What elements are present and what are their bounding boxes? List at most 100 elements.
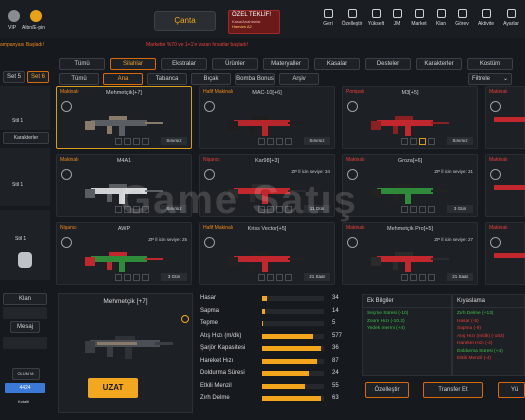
subfilter-tab-0[interactable]: Tümü xyxy=(59,73,99,85)
attachment-slot[interactable] xyxy=(428,206,435,213)
left-slot-3[interactable] xyxy=(0,210,50,280)
attachment-slot[interactable] xyxy=(115,138,122,145)
nav-market[interactable]: Market xyxy=(407,8,431,34)
characters-button[interactable]: Karakterler xyxy=(3,132,49,144)
weapon-card[interactable]: Makinalı xyxy=(485,154,525,217)
attachment-slot[interactable] xyxy=(419,274,426,281)
stats-panel: Hasar 34 Sapma 14 Tepme 5 Atış Hızı (m/dk) 577 Ş… xyxy=(200,295,345,410)
weapon-card[interactable]: Nişancı AWP ZP İl icin seviye: 25 3 Gün xyxy=(56,222,192,285)
clan-button[interactable]: Klan xyxy=(3,293,47,305)
set5-button[interactable]: Set 5 xyxy=(3,71,25,83)
info-icon[interactable] xyxy=(347,237,358,248)
filter-tab-2[interactable]: Ekstralar xyxy=(161,58,207,70)
info-icon[interactable] xyxy=(347,101,358,112)
attachment-slot[interactable] xyxy=(258,138,265,145)
nav--zelle-tir[interactable]: Özelleştir xyxy=(339,8,365,34)
attachment-slot[interactable] xyxy=(410,274,417,281)
zoom-icon[interactable] xyxy=(181,315,189,323)
attachment-slot[interactable] xyxy=(401,274,408,281)
subfilter-tab-4[interactable]: Bomba Bonus xyxy=(235,73,275,85)
attachment-slot[interactable] xyxy=(267,138,274,145)
subfilter-tab-5[interactable]: Arşiv xyxy=(279,73,319,85)
nav-aktivite[interactable]: Aktivite xyxy=(473,8,499,34)
info-icon[interactable] xyxy=(490,237,501,248)
info-icon[interactable] xyxy=(61,237,72,248)
attachment-slot[interactable] xyxy=(428,274,435,281)
attachment-slot[interactable] xyxy=(285,274,292,281)
filter-tab-3[interactable]: Ürünler xyxy=(212,58,258,70)
stat-bar-fill xyxy=(262,346,321,351)
transfer-button[interactable]: Transfer Et xyxy=(423,382,483,398)
gold-icon[interactable] xyxy=(30,10,42,22)
info-icon[interactable] xyxy=(61,101,72,112)
nav-jm[interactable]: JM xyxy=(387,8,407,34)
nav-klan[interactable]: Klan xyxy=(431,8,451,34)
weapon-card[interactable]: Hafif Makinalı Kriss Vector[+5] 21 Saat xyxy=(199,222,335,285)
stat-label: Tepme xyxy=(200,320,219,326)
weapon-card[interactable]: Makinalı xyxy=(485,222,525,285)
stat-label: Hasar xyxy=(200,295,217,301)
unlock-level: ZP İl icin seviye: 27 xyxy=(434,237,473,242)
attachment-slot[interactable] xyxy=(267,274,274,281)
attachment-slot[interactable] xyxy=(142,274,149,281)
upgrade-button[interactable]: Yü xyxy=(498,382,525,398)
attachment-slot[interactable] xyxy=(401,206,408,213)
attachment-slot[interactable] xyxy=(428,138,435,145)
attachment-slot[interactable] xyxy=(410,206,417,213)
filter-tab-6[interactable]: Desteler xyxy=(365,58,411,70)
subfilter-tab-3[interactable]: Bıçak xyxy=(191,73,231,85)
attachment-slot[interactable] xyxy=(276,138,283,145)
attachment-slot[interactable] xyxy=(133,138,140,145)
attachment-slot[interactable] xyxy=(133,274,140,281)
extend-button[interactable]: UZAT xyxy=(88,378,138,398)
vip-icon[interactable] xyxy=(8,10,20,22)
nav-geri[interactable]: Geri xyxy=(317,8,339,34)
attachment-slot[interactable] xyxy=(276,274,283,281)
attachment-slot[interactable] xyxy=(124,274,131,281)
info-icon[interactable] xyxy=(490,101,501,112)
info-icon[interactable] xyxy=(61,169,72,180)
filter-tab-7[interactable]: Karakterler xyxy=(416,58,462,70)
filter-tab-1[interactable]: Silahlar xyxy=(110,58,156,70)
weapon-card[interactable]: Makinalı Mehmetçik[+7] Sınırsız xyxy=(56,86,192,149)
nav-y-kselt[interactable]: Yükselt xyxy=(365,8,387,34)
left-slot-1[interactable] xyxy=(0,86,50,130)
attachment-slot[interactable] xyxy=(410,138,417,145)
info-icon[interactable] xyxy=(204,101,215,112)
attachment-slot[interactable] xyxy=(419,138,426,145)
subfilter-tab-2[interactable]: Tabanca xyxy=(147,73,187,85)
attachment-slot[interactable] xyxy=(115,274,122,281)
subfilter-tab-1[interactable]: Ana xyxy=(103,73,143,85)
vip-label: VIP xyxy=(8,25,17,31)
set6-button[interactable]: Set 6 xyxy=(27,71,49,83)
filter-tab-5[interactable]: Kasalar xyxy=(314,58,360,70)
attachment-slot[interactable] xyxy=(401,138,408,145)
filter-tab-4[interactable]: Materyaller xyxy=(263,58,309,70)
weapon-card[interactable]: Makinalı Groza[+6] ZP İl icin seviye: 31 3 … xyxy=(342,154,478,217)
message-button[interactable]: Mesaj xyxy=(10,321,40,333)
special-offer[interactable]: ÖZEL TEKLİF! Kasa/Anahtarlar Hamam A2 xyxy=(228,10,280,34)
customize-button[interactable]: Özelleştir xyxy=(365,382,409,398)
stat-bar xyxy=(262,396,324,401)
filter-tab-8[interactable]: Kostüm xyxy=(467,58,513,70)
filter-tab-0[interactable]: Tümü xyxy=(59,58,105,70)
nav-ayarlar[interactable]: Ayarlar xyxy=(499,8,523,34)
death-button[interactable]: ÖLÜM M. xyxy=(12,368,40,380)
info-icon[interactable] xyxy=(490,169,501,180)
weapon-card[interactable]: Hafif Makinalı MAC-10[+6] Sınırsız xyxy=(199,86,335,149)
nav-g-rev[interactable]: Görev xyxy=(451,8,473,34)
stat-bar-fill xyxy=(262,371,309,376)
attachment-slot[interactable] xyxy=(285,138,292,145)
weapon-card[interactable]: Makinalı xyxy=(485,86,525,149)
compare-line: Atış Hızı (m/dk) (-183) xyxy=(457,333,505,339)
attachment-slot[interactable] xyxy=(124,138,131,145)
info-icon[interactable] xyxy=(204,237,215,248)
stat-value: 577 xyxy=(332,332,343,339)
attachment-slot[interactable] xyxy=(419,206,426,213)
weapon-card[interactable]: Makinalı Mehmetçik Pro[+5] ZP İl icin sevi… xyxy=(342,222,478,285)
left-slot-2[interactable] xyxy=(0,148,50,206)
weapon-card[interactable]: Pompalı M3[+5] Sınırsız xyxy=(342,86,478,149)
filter-select[interactable]: Filtrele ⌄ xyxy=(468,73,512,85)
attachment-slot[interactable] xyxy=(258,274,265,281)
attachment-slot[interactable] xyxy=(142,138,149,145)
